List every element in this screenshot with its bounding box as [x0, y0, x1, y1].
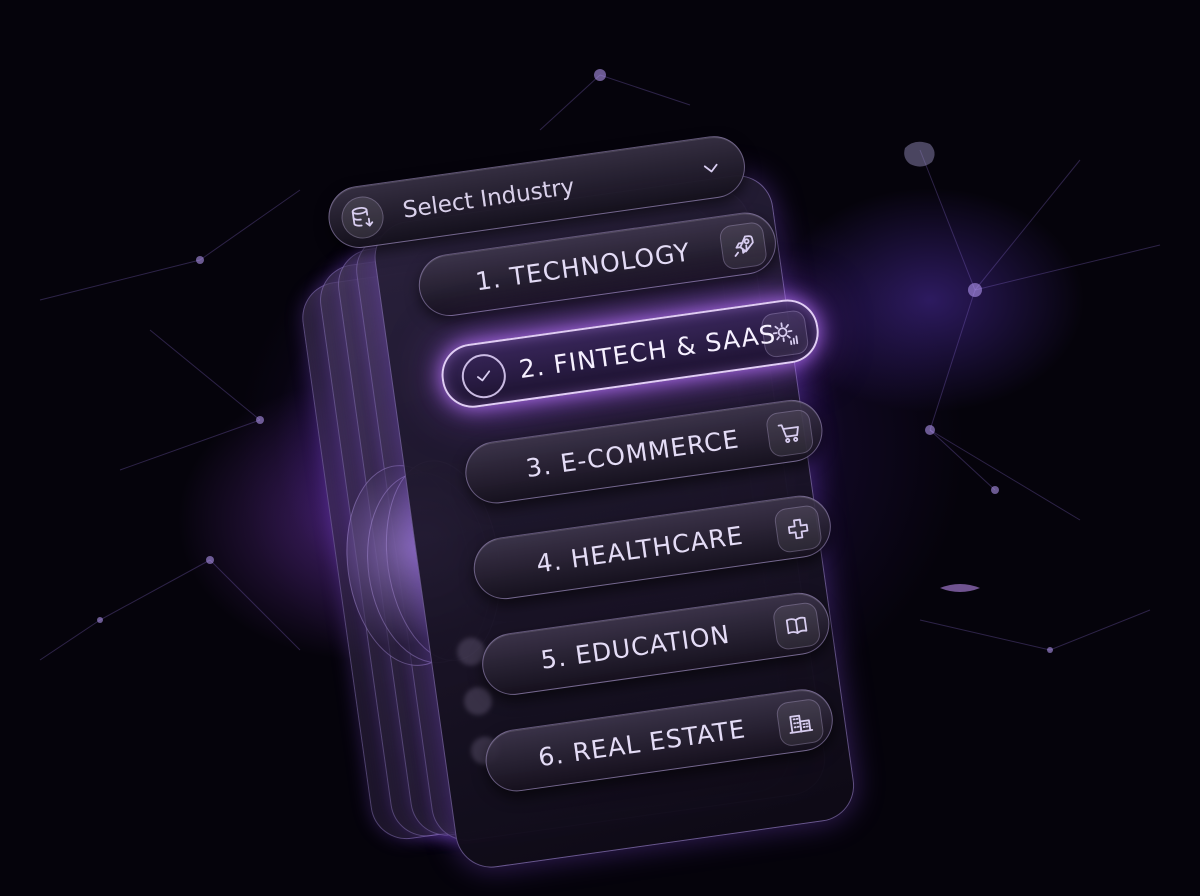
buildings-icon	[775, 697, 825, 748]
industry-dropdown-scene: Select Industry 1. TECHNOLOGY 2. FINTECH…	[0, 0, 1200, 896]
database-download-icon	[338, 193, 387, 242]
option-label: 6. REAL ESTATE	[536, 713, 748, 772]
check-icon	[458, 351, 509, 402]
shopping-cart-icon	[764, 408, 815, 459]
dropdown-card-stack: Select Industry 1. TECHNOLOGY 2. FINTECH…	[253, 105, 908, 896]
option-label: 5. EDUCATION	[538, 619, 732, 675]
open-book-icon	[771, 601, 822, 651]
chevron-down-icon[interactable]	[699, 156, 724, 181]
gear-chart-icon	[760, 309, 810, 359]
option-label: 4. HEALTHCARE	[534, 520, 746, 579]
option-label: 3. E-COMMERCE	[524, 423, 742, 483]
rocket-icon	[718, 220, 769, 271]
dropdown-header-label: Select Industry	[401, 173, 577, 224]
scroll-dot	[462, 685, 494, 717]
medical-cross-icon	[773, 504, 823, 554]
